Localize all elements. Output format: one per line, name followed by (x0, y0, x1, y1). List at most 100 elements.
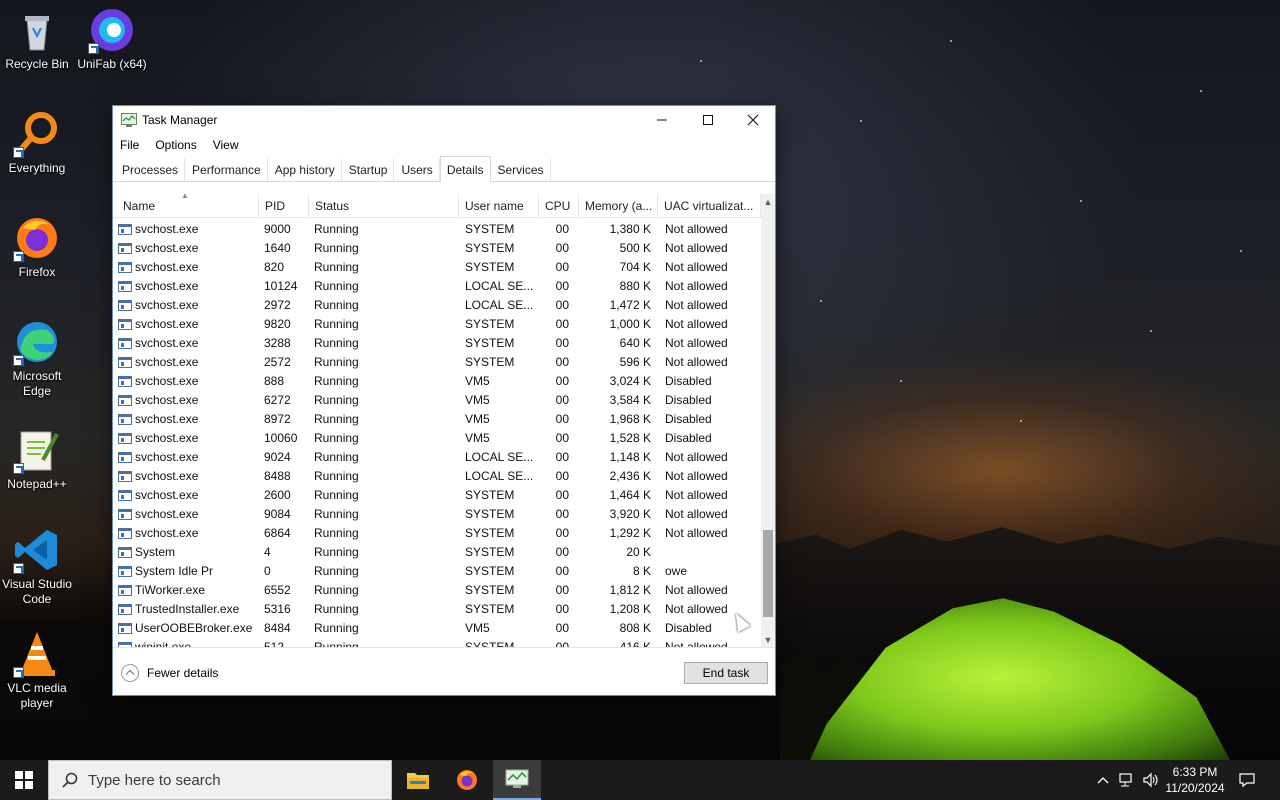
menu-options[interactable]: Options (155, 138, 196, 152)
column-header-cpu[interactable]: CPU (539, 194, 579, 218)
cell-pid: 9084 (264, 507, 291, 521)
table-row[interactable]: svchost.exe 2972 Running LOCAL SE... 00 1,472… (113, 296, 761, 315)
cell-user-name: SYSTEM (465, 564, 515, 578)
desktop-icon-label: Firefox (18, 265, 56, 279)
desktop-icon-recycle-bin[interactable]: Recycle Bin (0, 6, 74, 72)
cell-user-name: SYSTEM (465, 488, 515, 502)
table-row[interactable]: svchost.exe 9000 Running SYSTEM 00 1,380 K Not… (113, 220, 761, 239)
fewer-details-label: Fewer details (147, 666, 219, 680)
cell-pid: 6272 (264, 393, 291, 407)
menu-file[interactable]: File (120, 138, 139, 152)
fewer-details-button[interactable]: Fewer details (121, 664, 218, 682)
maximize-button[interactable] (685, 106, 731, 134)
taskbar-file-explorer[interactable] (394, 760, 442, 800)
close-button[interactable] (730, 106, 776, 134)
cell-cpu: 00 (555, 583, 569, 597)
cell-cpu: 00 (555, 355, 569, 369)
table-row[interactable]: UserOOBEBroker.exe 8484 Running VM5 00 808 KD… (113, 619, 761, 638)
desktop-icon-edge[interactable]: Microsoft Edge (0, 318, 74, 399)
tab-app-history[interactable]: App history (268, 158, 342, 182)
tab-startup[interactable]: Startup (342, 158, 395, 182)
end-task-button[interactable]: End task (684, 662, 768, 684)
table-row[interactable]: svchost.exe 820 Running SYSTEM 00 704 K Not al… (113, 258, 761, 277)
table-row[interactable]: svchost.exe 6864 Running SYSTEM 00 1,292 K Not… (113, 524, 761, 543)
cell-uac-virtualization (665, 543, 761, 562)
vertical-scrollbar[interactable]: ▲ ▼ (761, 194, 775, 647)
cell-memory: 1,968 K (609, 412, 651, 426)
minimize-button[interactable] (639, 106, 685, 134)
column-header-uac[interactable]: UAC virtualizat... (658, 194, 761, 218)
minimize-icon (657, 119, 667, 121)
desktop-icon-notepadpp[interactable]: Notepad++ (0, 426, 74, 492)
cell-memory: 704 K (619, 260, 651, 274)
cell-user-name: LOCAL SE... (465, 450, 534, 464)
cell-uac-virtualization: Not allowed (665, 241, 728, 255)
column-header-name[interactable]: Name (113, 194, 259, 218)
desktop-icon-everything[interactable]: Everything (0, 110, 74, 176)
taskbar-clock[interactable]: 6:33 PM 11/20/2024 (1158, 764, 1232, 796)
column-header-pid[interactable]: PID (259, 194, 309, 218)
table-row[interactable]: TiWorker.exe 6552 Running SYSTEM 00 1,812 K No… (113, 581, 761, 600)
taskbar-task-manager[interactable] (493, 760, 541, 800)
process-icon (118, 224, 132, 235)
table-row[interactable]: TrustedInstaller.exe 5316 Running SYSTEM 00 1… (113, 600, 761, 619)
tab-processes[interactable]: Processes (115, 158, 186, 182)
tab-services[interactable]: Services (491, 158, 551, 182)
table-row[interactable]: svchost.exe 2600 Running SYSTEM 00 1,464 K Not… (113, 486, 761, 505)
unifab-icon (88, 6, 136, 54)
column-header-user-name[interactable]: User name (459, 194, 539, 218)
desktop-icon-firefox[interactable]: Firefox (0, 214, 74, 280)
table-row[interactable]: svchost.exe 10124 Running LOCAL SE... 00 880 … (113, 277, 761, 296)
table-row[interactable]: wininit.exe 512 Running SYSTEM 00 416 K Not al… (113, 638, 761, 648)
taskbar-search-box[interactable]: Type here to search (48, 760, 392, 800)
table-row[interactable]: System Idle Pr 0 Running SYSTEM 00 8 K owe (113, 562, 761, 581)
tab-users[interactable]: Users (394, 158, 440, 182)
taskbar-firefox[interactable] (443, 760, 491, 800)
table-row[interactable]: svchost.exe 9820 Running SYSTEM 00 1,000 K Not… (113, 315, 761, 334)
desktop-icon-label: Visual Studio Code (2, 577, 72, 606)
menu-view[interactable]: View (213, 138, 239, 152)
cell-status: Running (314, 412, 359, 426)
cell-status: Running (314, 298, 359, 312)
action-center-button[interactable] (1236, 760, 1258, 800)
scroll-thumb[interactable] (763, 530, 773, 617)
table-row[interactable]: svchost.exe 8972 Running VM5 00 1,968 K Disabl… (113, 410, 761, 429)
start-button[interactable] (0, 760, 48, 800)
table-row[interactable]: svchost.exe 6272 Running VM5 00 3,584 K Disabl… (113, 391, 761, 410)
cell-pid: 2972 (264, 298, 291, 312)
table-row[interactable]: svchost.exe 8488 Running LOCAL SE... 00 2,436… (113, 467, 761, 486)
cell-memory: 416 K (619, 640, 651, 648)
cell-pid: 0 (264, 564, 271, 578)
table-row[interactable]: svchost.exe 2572 Running SYSTEM 00 596 K Not a… (113, 353, 761, 372)
table-row[interactable]: svchost.exe 9024 Running LOCAL SE... 00 1,148… (113, 448, 761, 467)
table-row[interactable]: svchost.exe 3288 Running SYSTEM 00 640 K Not a… (113, 334, 761, 353)
column-header-status[interactable]: Status (309, 194, 459, 218)
scroll-down-button[interactable]: ▼ (761, 632, 775, 647)
windows-logo-icon (15, 771, 33, 789)
cell-status: Running (314, 431, 359, 445)
cell-process-name: svchost.exe (135, 222, 199, 236)
table-row[interactable]: svchost.exe 9084 Running SYSTEM 00 3,920 K Not… (113, 505, 761, 524)
table-row[interactable]: svchost.exe 10060 Running VM5 00 1,528 K Disab… (113, 429, 761, 448)
table-row[interactable]: svchost.exe 1640 Running SYSTEM 00 500 K Not a… (113, 239, 761, 258)
cell-process-name: UserOOBEBroker.exe (135, 621, 253, 635)
cell-status: Running (314, 355, 359, 369)
column-header-memory[interactable]: Memory (a... (579, 194, 658, 218)
show-hidden-icons-button[interactable] (1094, 760, 1112, 800)
table-row[interactable]: System 4 Running SYSTEM 00 20 K (113, 543, 761, 562)
tab-performance[interactable]: Performance (185, 158, 268, 182)
process-icon (118, 414, 132, 425)
network-status[interactable] (1116, 760, 1138, 800)
desktop-icon-unifab[interactable]: UniFab (x64) (75, 6, 149, 72)
scroll-up-button[interactable]: ▲ (761, 194, 775, 210)
table-row[interactable]: svchost.exe 888 Running VM5 00 3,024 K Disable… (113, 372, 761, 391)
cell-cpu: 00 (555, 317, 569, 331)
cell-uac-virtualization: Not allowed (665, 279, 728, 293)
cell-pid: 3288 (264, 336, 291, 350)
title-bar[interactable]: Task Manager (113, 106, 775, 134)
tab-details[interactable]: Details (439, 156, 491, 183)
cell-memory: 1,208 K (609, 602, 651, 616)
desktop-icon-vlc[interactable]: VLC media player (0, 630, 74, 711)
cell-process-name: svchost.exe (135, 336, 199, 350)
desktop-icon-vscode[interactable]: Visual Studio Code (0, 526, 74, 607)
